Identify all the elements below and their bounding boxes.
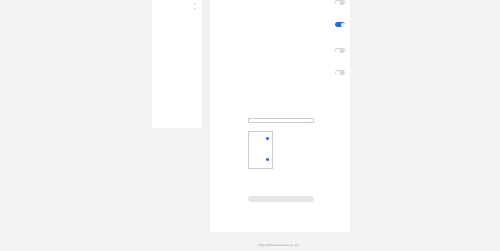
setting-toggle[interactable] — [335, 48, 345, 53]
sidebar-item-label — [156, 43, 200, 49]
footer: ©2017-2025 Huawei Device Co., Ltd. — [0, 235, 500, 251]
sidebar-item[interactable] — [156, 25, 200, 31]
sidebar-item[interactable] — [156, 16, 200, 22]
sidebar-item[interactable] — [156, 43, 200, 49]
setting-title — [213, 70, 323, 74]
setting-toggle[interactable] — [335, 22, 345, 27]
select-label — [213, 118, 243, 122]
style-select[interactable]: ⌄ — [248, 118, 314, 123]
sidebar-item-label — [156, 88, 200, 94]
radio-selected-icon — [266, 136, 269, 140]
sidebar-item[interactable] — [156, 88, 200, 94]
sidebar-item[interactable] — [156, 61, 200, 67]
setting-toggle[interactable] — [335, 70, 345, 75]
radio-option[interactable] — [266, 157, 306, 161]
apply-button[interactable] — [248, 196, 314, 202]
sidebar-item[interactable] — [156, 70, 200, 76]
sidebar-item[interactable] — [156, 52, 200, 58]
setting-title — [213, 22, 323, 26]
setting-description — [213, 53, 331, 59]
sidebar-item-label — [156, 106, 200, 112]
sidebar-item-label — [156, 16, 200, 22]
chevron-down-icon: ⌄ — [193, 0, 197, 5]
section-title — [213, 90, 323, 94]
setting-row — [213, 48, 347, 62]
style-section-header — [213, 90, 347, 110]
settings-panel: ⌄ — [210, 0, 350, 232]
sidebar-item-label — [156, 52, 200, 58]
setting-description — [213, 75, 331, 81]
info-row — [213, 173, 333, 177]
sidebar-item-label — [156, 70, 200, 76]
sidebar-item[interactable] — [156, 106, 200, 112]
chevron-up-icon: ⌃ — [193, 7, 197, 12]
sidebar-item[interactable] — [156, 79, 200, 85]
section-description — [213, 215, 331, 225]
setting-description — [213, 27, 331, 33]
sidebar: ⌄ ⌃ — [152, 0, 202, 128]
footer-copyright: ©2017-2025 Huawei Device Co., Ltd. — [258, 244, 300, 247]
bottom-section — [213, 210, 347, 228]
sidebar-item-label — [156, 34, 200, 40]
sidebar-item[interactable] — [156, 34, 200, 40]
sidebar-item-label — [156, 25, 200, 31]
setting-description — [213, 5, 331, 11]
section-description — [213, 95, 331, 107]
sidebar-item[interactable] — [156, 97, 200, 103]
sidebar-item-label — [156, 97, 200, 103]
setting-row — [213, 70, 347, 84]
sidebar-item-label — [156, 61, 200, 67]
setting-title — [213, 0, 323, 4]
radio-selected-icon — [266, 157, 269, 161]
setting-row — [213, 22, 347, 38]
radio-option[interactable] — [266, 136, 306, 140]
setting-toggle[interactable] — [335, 0, 345, 5]
sidebar-item-label — [156, 79, 200, 85]
setting-row — [213, 0, 347, 14]
chevron-down-icon: ⌄ — [308, 119, 311, 123]
info-row — [213, 181, 333, 185]
section-title — [213, 210, 323, 214]
setting-title — [213, 48, 323, 52]
